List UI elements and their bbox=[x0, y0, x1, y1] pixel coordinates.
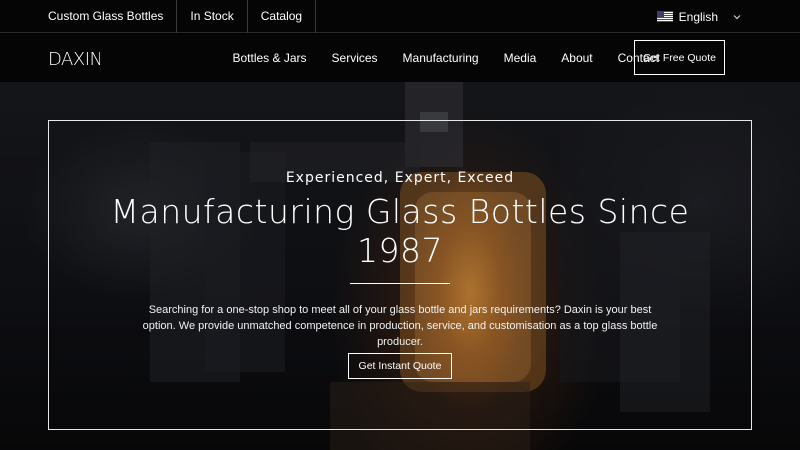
hero-divider bbox=[350, 283, 450, 284]
nav-item-bottles-jars[interactable]: Bottles & Jars bbox=[233, 51, 307, 65]
nav-links: Bottles & Jars Services Manufacturing Me… bbox=[220, 34, 672, 82]
language-selector[interactable]: English bbox=[656, 0, 742, 33]
hero-description: Searching for a one-stop shop to meet al… bbox=[142, 304, 658, 348]
topbar-link-in-stock[interactable]: In Stock bbox=[177, 0, 248, 33]
topbar-link-catalog[interactable]: Catalog bbox=[248, 0, 317, 33]
daxin-logo[interactable]: DAXIN bbox=[48, 46, 100, 70]
get-instant-quote-button[interactable]: Get Instant Quote bbox=[348, 353, 452, 379]
hero-tagline: Experienced, Expert, Exceed bbox=[285, 170, 515, 186]
nav-item-services[interactable]: Services bbox=[332, 51, 378, 65]
us-flag-icon bbox=[656, 11, 673, 22]
hero-section: Experienced, Expert, Exceed Manufacturin… bbox=[0, 82, 800, 450]
main-navigation: DAXIN Bottles & Jars Services Manufactur… bbox=[0, 34, 800, 82]
nav-item-manufacturing[interactable]: Manufacturing bbox=[403, 51, 479, 65]
nav-item-media[interactable]: Media bbox=[504, 51, 537, 65]
chevron-down-icon bbox=[733, 14, 741, 19]
get-free-quote-button[interactable]: Get Free Quote bbox=[634, 40, 725, 75]
hero-frame bbox=[48, 120, 752, 430]
nav-item-about[interactable]: About bbox=[561, 51, 592, 65]
topbar-link-custom-glass-bottles[interactable]: Custom Glass Bottles bbox=[0, 0, 178, 33]
svg-text:DAXIN: DAXIN bbox=[48, 49, 100, 70]
language-label: English bbox=[678, 9, 718, 24]
hero-headline: Manufacturing Glass Bottles Since 1987 bbox=[110, 192, 690, 270]
top-utility-bar: Custom Glass Bottles In Stock Catalog En… bbox=[0, 0, 800, 33]
